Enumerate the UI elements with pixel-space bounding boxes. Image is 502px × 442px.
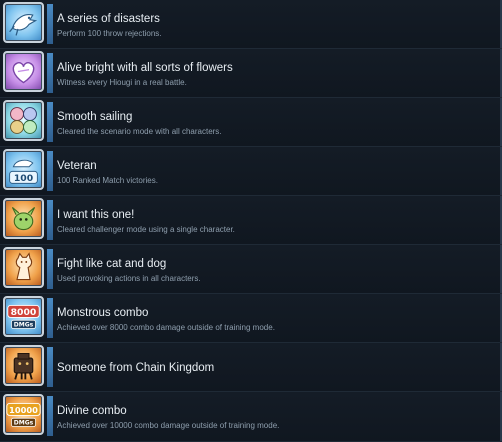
- row-accent-bar: [47, 151, 53, 191]
- achievement-title: Fight like cat and dog: [57, 258, 167, 270]
- row-accent-bar: [47, 347, 53, 387]
- row-accent-bar: [47, 396, 53, 436]
- achievement-row[interactable]: 10000 DMGs Divine combo Achieved over 10…: [0, 392, 502, 442]
- green-creature-icon: [3, 198, 44, 239]
- badge-10000-dmgs-icon: 10000 DMGs: [3, 394, 44, 435]
- achievement-description: Cleared challenger mode using a single c…: [57, 225, 235, 234]
- achievement-title: Veteran: [57, 160, 97, 172]
- row-accent-bar: [47, 298, 53, 338]
- achievement-title: Smooth sailing: [57, 111, 133, 123]
- badge-subtext: DMGs: [14, 420, 34, 427]
- achievement-title: I want this one!: [57, 209, 135, 221]
- achievement-description: Perform 100 throw rejections.: [57, 29, 162, 38]
- badge-8000-dmgs-icon: 8000 DMGs: [3, 296, 44, 337]
- achievement-row[interactable]: 8000 DMGs Monstrous combo Achieved over …: [0, 294, 502, 343]
- character-faces-icon: [3, 100, 44, 141]
- row-accent-bar: [47, 102, 53, 142]
- heart-icon: [3, 51, 44, 92]
- badge-100-icon: 100: [3, 149, 44, 190]
- achievement-row[interactable]: Someone from Chain Kingdom: [0, 343, 502, 392]
- achievement-title: Someone from Chain Kingdom: [57, 362, 215, 374]
- badge-text: 8000: [11, 307, 37, 318]
- achievement-title: Divine combo: [57, 405, 127, 417]
- row-accent-bar: [47, 53, 53, 93]
- achievement-row[interactable]: I want this one! Cleared challenger mode…: [0, 196, 502, 245]
- row-accent-bar: [47, 4, 53, 44]
- achievement-title: Monstrous combo: [57, 307, 149, 319]
- achievement-row[interactable]: A series of disasters Perform 100 throw …: [0, 0, 502, 49]
- achievement-row[interactable]: Smooth sailing Cleared the scenario mode…: [0, 98, 502, 147]
- achievement-title: A series of disasters: [57, 13, 160, 25]
- achievement-row[interactable]: Alive bright with all sorts of flowers W…: [0, 49, 502, 98]
- achievement-title: Alive bright with all sorts of flowers: [57, 62, 233, 74]
- badge-subtext: DMGs: [14, 322, 34, 329]
- achievement-description: Used provoking actions in all characters…: [57, 274, 201, 283]
- achievement-description: 100 Ranked Match victories.: [57, 176, 158, 185]
- achievement-list: A series of disasters Perform 100 throw …: [0, 0, 502, 442]
- achievement-description: Witness every Hiougi in a real battle.: [57, 78, 187, 87]
- achievement-row[interactable]: Fight like cat and dog Used provoking ac…: [0, 245, 502, 294]
- robot-figure-icon: [3, 345, 44, 386]
- achievement-description: Achieved over 10000 combo damage outside…: [57, 421, 280, 430]
- achievement-description: Cleared the scenario mode with all chara…: [57, 127, 222, 136]
- leaping-creature-icon: [3, 2, 44, 43]
- achievement-row[interactable]: 100 Veteran 100 Ranked Match victories.: [0, 147, 502, 196]
- badge-text: 100: [14, 173, 33, 184]
- cat-figure-icon: [3, 247, 44, 288]
- row-accent-bar: [47, 200, 53, 240]
- achievement-description: Achieved over 8000 combo damage outside …: [57, 323, 275, 332]
- badge-text: 10000: [9, 405, 38, 415]
- row-accent-bar: [47, 249, 53, 289]
